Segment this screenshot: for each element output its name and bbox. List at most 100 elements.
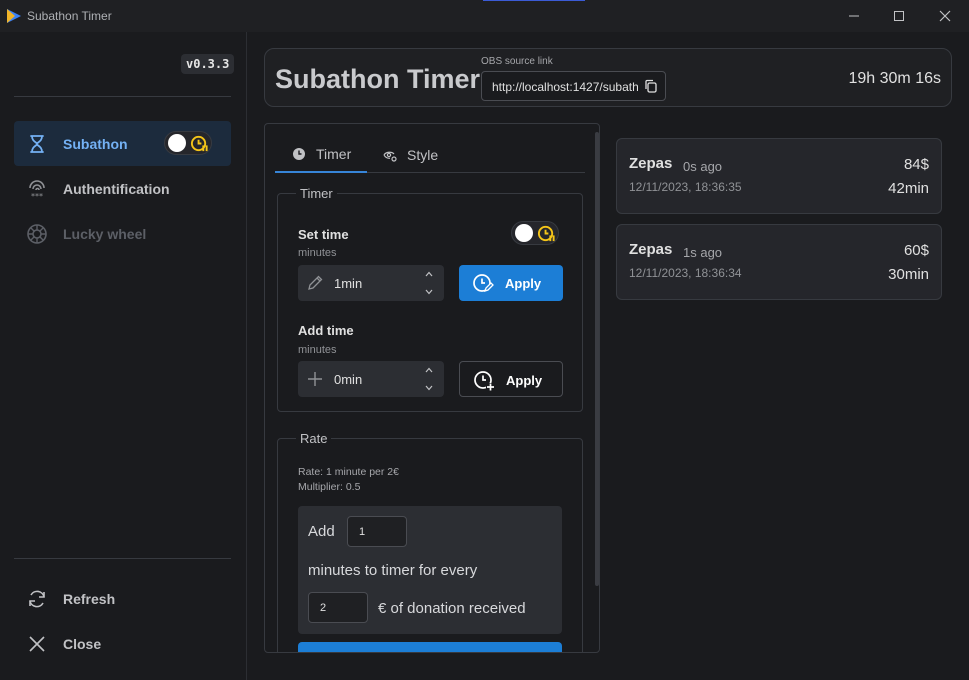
sidebar-item-authentification[interactable]: *** Authentification xyxy=(14,166,231,211)
obs-link-field[interactable]: http://localhost:1427/subathon xyxy=(481,71,666,101)
rate-minutes-value: 1 xyxy=(359,526,366,538)
toggle-knob xyxy=(515,224,533,242)
tab-label: Style xyxy=(407,147,439,163)
donation-amount: 84$ xyxy=(903,156,929,173)
rate-group: Rate Rate: 1 minute per 2€ Multiplier: 0… xyxy=(277,431,583,652)
multiplier-description: Multiplier: 0.5 xyxy=(298,481,361,493)
app-logo-icon xyxy=(7,9,21,23)
donation-datetime: 12/11/2023, 18:36:35 xyxy=(629,180,742,194)
obs-link-value: http://localhost:1427/subathon xyxy=(492,80,638,94)
sidebar-item-label: Authentification xyxy=(63,180,170,197)
sidebar-divider xyxy=(14,96,231,97)
chevron-up-icon[interactable] xyxy=(424,366,434,374)
rate-config-box: Add 1 minutes to timer for every 2 € of … xyxy=(298,506,562,634)
set-time-input[interactable]: 1min xyxy=(298,265,444,301)
svg-text:***: *** xyxy=(31,192,43,200)
close-button[interactable]: Close xyxy=(14,621,231,666)
donation-text: € of donation received xyxy=(378,600,526,617)
donation-amount: 60$ xyxy=(903,242,929,259)
panel-scrollbar[interactable] xyxy=(595,132,599,586)
version-badge: v0.3.3 xyxy=(181,54,235,74)
wheel-icon xyxy=(27,224,47,244)
timer-group: Timer Set time minutes 1min Apply Add ti… xyxy=(277,186,583,412)
set-time-apply-button[interactable]: Apply xyxy=(459,265,563,301)
add-time-label: Add time xyxy=(298,323,354,338)
clock-plus-icon xyxy=(474,371,495,391)
hourglass-icon xyxy=(30,135,44,153)
chevron-up-icon[interactable] xyxy=(424,270,434,278)
donor-name: Zepas xyxy=(629,241,673,258)
donor-name: Zepas xyxy=(629,155,673,172)
donation-added-time: 30min xyxy=(888,266,929,283)
sidebar-item-lucky-wheel[interactable]: Lucky wheel xyxy=(14,211,231,256)
add-time-desc: minutes xyxy=(298,344,337,356)
minutes-text: minutes to timer for every xyxy=(308,562,478,579)
minimize-button[interactable] xyxy=(831,0,877,32)
page-title: Subathon Timer xyxy=(275,64,481,94)
set-time-toggle[interactable] xyxy=(511,221,559,245)
set-time-desc: minutes xyxy=(298,247,337,259)
subathon-toggle[interactable] xyxy=(164,131,212,155)
donation-added-time: 42min xyxy=(888,180,929,197)
eye-settings-icon xyxy=(383,151,397,162)
close-icon xyxy=(29,636,45,652)
rate-donation-input[interactable]: 2 xyxy=(308,592,368,623)
rate-apply-button[interactable] xyxy=(298,642,562,652)
sidebar-item-label: Subathon xyxy=(63,135,128,152)
add-time-input[interactable]: 0min xyxy=(298,361,444,397)
chevron-down-icon[interactable] xyxy=(424,384,434,392)
rate-group-legend: Rate xyxy=(300,431,328,446)
toggle-knob xyxy=(168,134,186,152)
clock-icon xyxy=(293,148,305,160)
set-time-value: 1min xyxy=(334,276,363,291)
window-title: Subathon Timer xyxy=(27,9,112,23)
donation-card: Zepas 0s ago 12/11/2023, 18:36:35 84$ 42… xyxy=(616,138,942,214)
tab-style[interactable]: Style xyxy=(383,137,463,173)
tab-timer[interactable]: Timer xyxy=(275,137,367,173)
header-card: Subathon Timer OBS source link http://lo… xyxy=(264,48,952,107)
timer-group-legend: Timer xyxy=(300,186,333,201)
timer-display: 19h 30m 16s xyxy=(848,70,941,87)
fingerprint-icon: *** xyxy=(29,180,45,200)
sidebar: v0.3.3 Subathon *** Authentification Luc… xyxy=(0,32,247,680)
apply-label: Apply xyxy=(506,373,543,388)
title-bar-accent-line xyxy=(483,0,585,1)
chevron-down-icon[interactable] xyxy=(424,288,434,296)
apply-label: Apply xyxy=(505,276,542,291)
copy-icon[interactable] xyxy=(644,79,658,93)
clock-pause-icon xyxy=(190,135,208,152)
rate-donation-value: 2 xyxy=(320,602,327,614)
maximize-icon xyxy=(894,11,904,21)
refresh-button[interactable]: Refresh xyxy=(14,576,231,621)
pencil-icon xyxy=(308,275,323,290)
set-time-label: Set time xyxy=(298,227,349,242)
maximize-button[interactable] xyxy=(876,0,922,32)
settings-panel: Timer Style Timer Set time minutes 1min … xyxy=(264,123,600,653)
donation-card: Zepas 1s ago 12/11/2023, 18:36:34 60$ 30… xyxy=(616,224,942,300)
obs-link-label: OBS source link xyxy=(481,56,553,67)
sidebar-item-label: Lucky wheel xyxy=(63,225,147,242)
add-time-apply-button[interactable]: Apply xyxy=(459,361,563,397)
rate-minutes-input[interactable]: 1 xyxy=(347,516,407,547)
donation-ago: 0s ago xyxy=(683,159,723,174)
close-label: Close xyxy=(63,635,102,652)
clock-pause-icon xyxy=(537,225,555,242)
main-content: Subathon Timer OBS source link http://lo… xyxy=(248,32,969,680)
rate-description: Rate: 1 minute per 2€ xyxy=(298,466,399,478)
plus-icon xyxy=(308,372,322,386)
refresh-icon xyxy=(29,590,45,608)
add-time-value: 0min xyxy=(334,372,363,387)
close-window-button[interactable] xyxy=(922,0,968,32)
refresh-label: Refresh xyxy=(63,590,116,607)
minimize-icon xyxy=(849,15,859,17)
tab-bar: Timer Style xyxy=(275,137,585,173)
sidebar-divider xyxy=(14,558,231,559)
clock-edit-icon xyxy=(473,274,494,293)
title-bar: Subathon Timer xyxy=(0,0,969,32)
donation-datetime: 12/11/2023, 18:36:34 xyxy=(629,266,742,280)
add-label: Add xyxy=(308,523,335,540)
donation-ago: 1s ago xyxy=(683,245,723,260)
tab-label: Timer xyxy=(316,146,352,162)
sidebar-item-subathon[interactable]: Subathon xyxy=(14,121,231,166)
close-icon xyxy=(939,10,951,22)
